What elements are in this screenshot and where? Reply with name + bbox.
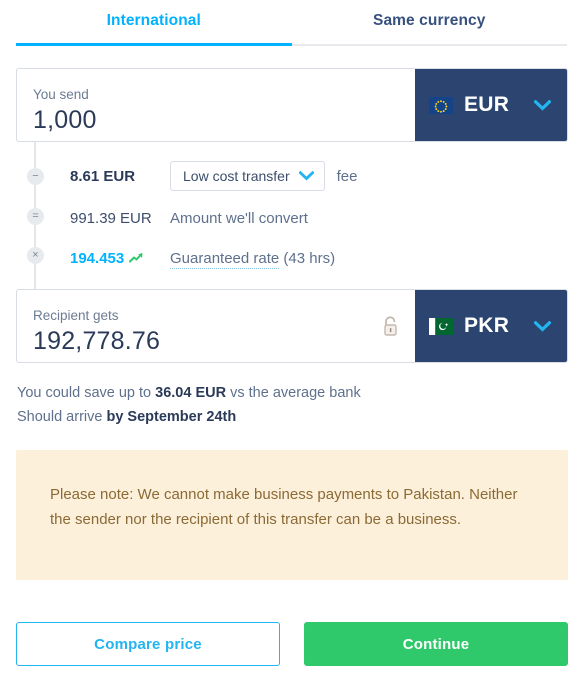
operator-equals-icon: = <box>27 208 44 225</box>
exchange-rate-value: 194.453 <box>70 249 125 267</box>
tab-international[interactable]: International <box>16 0 292 46</box>
eu-flag-icon <box>429 96 453 114</box>
transfer-calculator-page: International Same currency You send 1,0… <box>0 0 583 682</box>
continue-button[interactable]: Continue <box>304 622 568 666</box>
recipient-field-group[interactable]: Recipient gets 192,778.76 <box>17 290 381 362</box>
tab-same-currency-label: Same currency <box>373 12 486 29</box>
recipient-gets-input[interactable]: 192,778.76 <box>33 326 381 356</box>
fee-suffix-label: fee <box>336 167 358 185</box>
savings-prefix: You could save up to <box>17 385 156 401</box>
fee-type-label: Low cost transfer <box>183 168 290 184</box>
tab-same-currency[interactable]: Same currency <box>292 0 568 44</box>
you-send-card: You send 1,000 EUR <box>16 68 568 142</box>
guaranteed-rate-link[interactable]: Guaranteed rate <box>170 249 280 269</box>
rate-row: 194.453 Guaranteed rate (43 hrs) <box>70 247 335 269</box>
chevron-down-icon[interactable] <box>534 320 551 332</box>
receive-currency-left: PKR <box>429 314 509 338</box>
rate-description: Guaranteed rate (43 hrs) <box>170 249 336 269</box>
you-send-input[interactable]: 1,000 <box>33 105 415 135</box>
savings-text: You could save up to 36.04 EUR vs the av… <box>17 382 361 404</box>
tab-international-label: International <box>106 12 201 29</box>
compare-price-button[interactable]: Compare price <box>16 622 280 666</box>
savings-suffix: vs the average bank <box>226 385 361 401</box>
fee-row: 8.61 EUR Low cost transfer fee <box>70 161 358 191</box>
unlocked-padlock-icon[interactable] <box>381 314 401 339</box>
operator-multiply-icon: × <box>27 247 44 264</box>
send-currency-code: EUR <box>464 93 510 116</box>
lock-wrapper <box>381 290 415 362</box>
business-payment-note-text: Please note: We cannot make business pay… <box>50 486 518 528</box>
arrival-date: by September 24th <box>106 409 237 425</box>
send-currency-left: EUR <box>429 93 509 117</box>
trend-up-icon[interactable] <box>129 252 144 264</box>
chevron-down-icon[interactable] <box>534 99 551 111</box>
arrival-prefix: Should arrive <box>17 409 107 425</box>
arrival-text: Should arrive by September 24th <box>17 406 236 428</box>
pakistan-flag-icon <box>429 317 453 335</box>
recipient-gets-card: Recipient gets 192,778.76 PKR <box>16 289 568 363</box>
convert-row: 991.39 EUR Amount we'll convert <box>70 207 308 229</box>
continue-label: Continue <box>402 635 470 653</box>
convert-amount: 991.39 EUR <box>70 209 152 227</box>
business-payment-note: Please note: We cannot make business pay… <box>16 450 568 580</box>
fee-amount: 8.61 EUR <box>70 167 136 185</box>
exchange-rate-value-group: 194.453 <box>70 250 170 267</box>
fee-type-select[interactable]: Low cost transfer <box>170 161 325 191</box>
tab-bar: International Same currency <box>16 0 567 46</box>
you-send-label: You send <box>33 87 89 102</box>
recipient-gets-label: Recipient gets <box>33 308 119 323</box>
you-send-field-group[interactable]: You send 1,000 <box>17 69 415 141</box>
rate-duration: (43 hrs) <box>283 249 336 267</box>
operator-minus-icon: − <box>27 168 44 185</box>
chevron-down-icon[interactable] <box>298 171 314 181</box>
compare-price-label: Compare price <box>94 635 202 653</box>
convert-description: Amount we'll convert <box>170 209 308 227</box>
receive-currency-code: PKR <box>464 314 510 337</box>
receive-currency-selector[interactable]: PKR <box>415 290 567 362</box>
savings-amount: 36.04 EUR <box>155 385 227 401</box>
send-currency-selector[interactable]: EUR <box>415 69 567 141</box>
